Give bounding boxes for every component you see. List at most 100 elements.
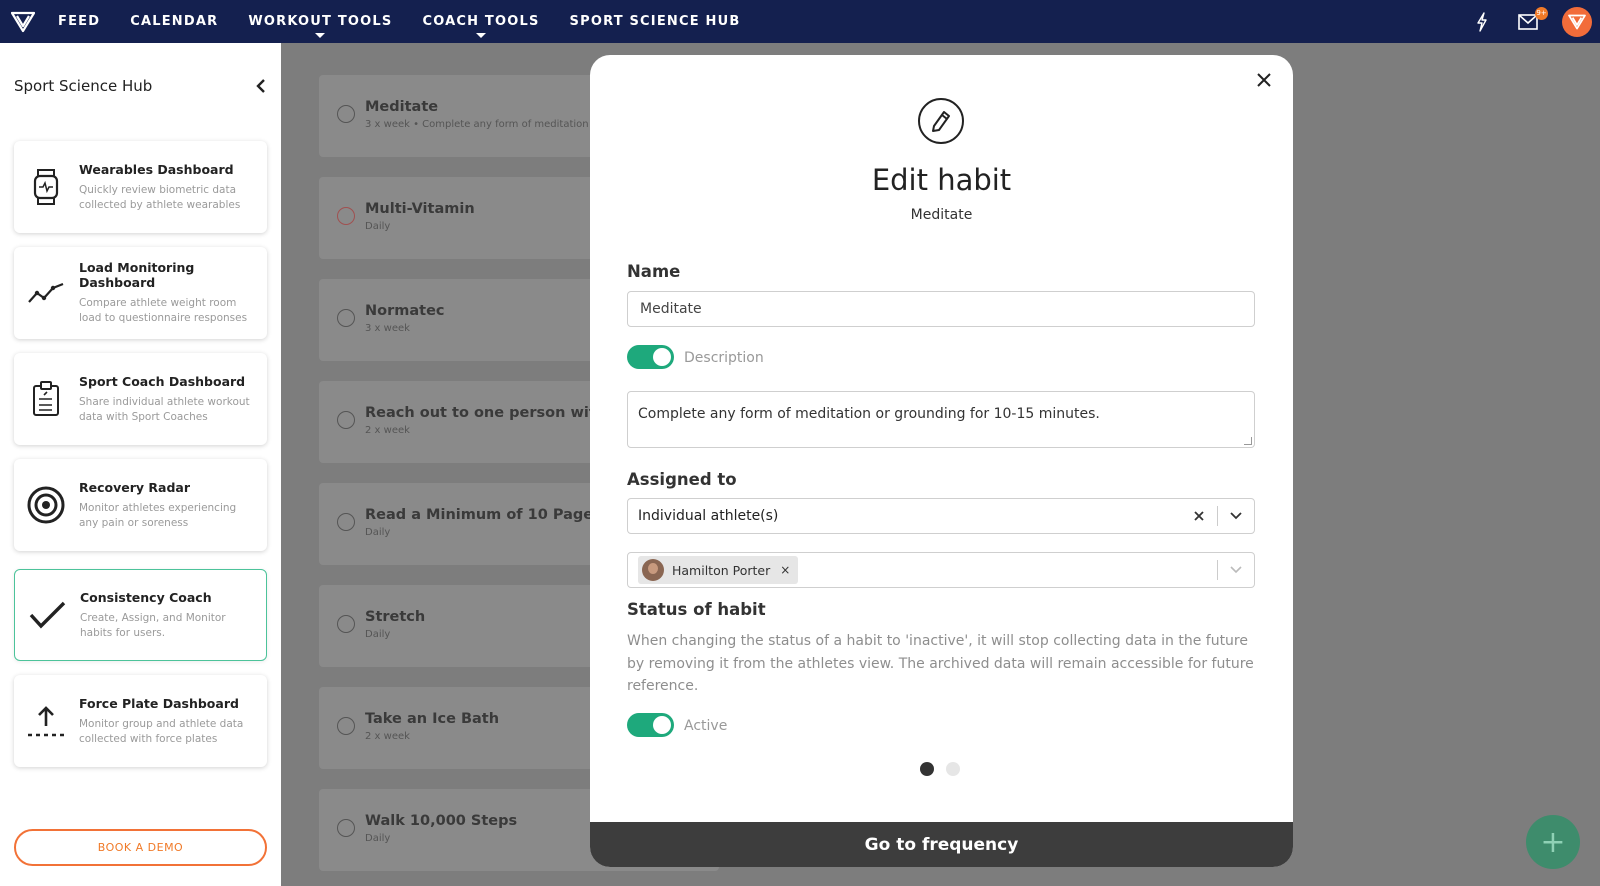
athlete-avatar bbox=[642, 559, 664, 581]
nav-right-actions: 9+ bbox=[1470, 0, 1600, 43]
card-title: Wearables Dashboard bbox=[79, 161, 234, 177]
athlete-chip: Hamilton Porter × bbox=[638, 556, 799, 584]
habit-frequency: Daily bbox=[365, 221, 391, 232]
mail-icon[interactable]: 9+ bbox=[1516, 6, 1548, 34]
nav-feed[interactable]: FEED bbox=[58, 0, 100, 43]
habit-frequency: 3 x week bbox=[365, 323, 410, 334]
habit-frequency: Daily bbox=[365, 833, 391, 844]
habit-icon bbox=[337, 105, 355, 123]
habit-icon bbox=[337, 615, 355, 633]
target-icon bbox=[26, 485, 66, 525]
habit-icon bbox=[337, 717, 355, 735]
smartwatch-icon bbox=[26, 167, 66, 207]
pencil-icon bbox=[918, 98, 964, 144]
top-navigation: FEED CALENDAR WORKOUT TOOLS COACH TOOLS … bbox=[0, 0, 1600, 43]
card-recovery-radar[interactable]: Recovery Radar Monitor athletes experien… bbox=[14, 459, 267, 551]
athlete-multiselect[interactable]: Hamilton Porter × bbox=[627, 552, 1255, 588]
name-label: Name bbox=[627, 262, 681, 281]
trend-line-icon bbox=[26, 273, 66, 313]
habit-frequency: 2 x week bbox=[365, 731, 410, 742]
clear-x-icon[interactable] bbox=[1187, 511, 1211, 521]
nav-label: CALENDAR bbox=[130, 14, 219, 29]
step-indicator bbox=[920, 762, 972, 776]
description-toggle-label: Description bbox=[684, 350, 764, 366]
select-separator bbox=[1217, 506, 1218, 526]
nav-calendar[interactable]: CALENDAR bbox=[130, 0, 218, 43]
habit-icon bbox=[337, 411, 355, 429]
resize-handle-icon[interactable] bbox=[1244, 437, 1252, 445]
card-wearables-dashboard[interactable]: Wearables Dashboard Quickly review biome… bbox=[14, 141, 267, 233]
habit-icon bbox=[337, 513, 355, 531]
habit-name: Meditate bbox=[365, 99, 439, 115]
remove-chip-icon[interactable]: × bbox=[780, 563, 790, 577]
nav-coach-tools[interactable]: COACH TOOLS bbox=[422, 0, 539, 43]
card-title: Sport Coach Dashboard bbox=[79, 373, 246, 389]
name-input[interactable]: Meditate bbox=[627, 291, 1255, 327]
active-toggle-label: Active bbox=[684, 718, 728, 734]
habit-name: Normatec bbox=[365, 303, 445, 319]
card-description: Monitor group and athlete data collected… bbox=[79, 717, 244, 745]
description-text: Complete any form of meditation or groun… bbox=[638, 406, 1100, 422]
nav-label: FEED bbox=[58, 14, 101, 29]
modal-subtitle: Meditate bbox=[910, 207, 973, 223]
description-toggle[interactable] bbox=[627, 345, 674, 369]
book-demo-button[interactable]: BOOK A DEMO bbox=[14, 829, 267, 866]
status-label: Status of habit bbox=[627, 600, 766, 619]
chevron-down-icon[interactable] bbox=[1224, 566, 1248, 574]
status-help-text: When changing the status of a habit to '… bbox=[627, 633, 1254, 694]
step-dot[interactable] bbox=[946, 762, 960, 776]
nav-workout-tools[interactable]: WORKOUT TOOLS bbox=[248, 0, 392, 43]
sidebar: Sport Science Hub Wearables Dashboard Qu… bbox=[0, 43, 281, 886]
modal-title: Edit habit bbox=[871, 163, 1012, 197]
habit-frequency: 2 x week bbox=[365, 425, 410, 436]
assigned-type-select[interactable]: Individual athlete(s) bbox=[627, 498, 1255, 534]
checkmark-icon bbox=[27, 595, 67, 635]
arrow-up-icon bbox=[26, 701, 66, 741]
card-load-monitoring-dashboard[interactable]: Load Monitoring Dashboard Compare athlet… bbox=[14, 247, 267, 339]
go-to-frequency-button[interactable]: Go to frequency bbox=[590, 822, 1293, 867]
habit-name: Walk 10,000 Steps bbox=[365, 813, 518, 829]
card-force-plate-dashboard[interactable]: Force Plate Dashboard Monitor group and … bbox=[14, 675, 267, 767]
chevron-down-icon[interactable] bbox=[1224, 512, 1248, 520]
nav-label: COACH TOOLS bbox=[422, 14, 540, 29]
card-title: Force Plate Dashboard bbox=[79, 695, 239, 711]
nav-label: SPORT SCIENCE HUB bbox=[569, 14, 741, 29]
heart-icon bbox=[337, 207, 355, 225]
athlete-chip-name: Hamilton Porter bbox=[672, 562, 771, 578]
step-dot-active[interactable] bbox=[920, 762, 934, 776]
nav-label: WORKOUT TOOLS bbox=[248, 14, 393, 29]
habit-name: Multi-Vitamin bbox=[365, 201, 475, 217]
habit-name: Take an Ice Bath bbox=[365, 711, 500, 727]
user-avatar[interactable] bbox=[1562, 6, 1592, 37]
card-description: Compare athlete weight room load to ques… bbox=[79, 297, 248, 324]
card-description: Share individual athlete workout data wi… bbox=[79, 395, 250, 423]
lightning-icon[interactable] bbox=[1470, 10, 1494, 34]
brand-logo-icon[interactable] bbox=[10, 9, 36, 35]
habit-name: Read a Minimum of 10 Pages bbox=[365, 507, 602, 523]
description-textarea[interactable]: Complete any form of meditation or groun… bbox=[627, 391, 1255, 448]
habit-name: Stretch bbox=[365, 609, 426, 625]
plus-icon: + bbox=[1540, 824, 1566, 860]
nav-sport-science-hub[interactable]: SPORT SCIENCE HUB bbox=[570, 0, 741, 43]
chevron-left-icon[interactable] bbox=[254, 77, 268, 95]
heart-icon bbox=[337, 819, 355, 837]
habit-frequency: Daily bbox=[365, 629, 391, 640]
caret-down-icon bbox=[315, 33, 326, 38]
card-description: Quickly review biometric data collected … bbox=[79, 183, 241, 211]
card-sport-coach-dashboard[interactable]: Sport Coach Dashboard Share individual a… bbox=[14, 353, 267, 445]
habit-icon bbox=[337, 309, 355, 327]
select-separator bbox=[1217, 560, 1218, 580]
active-toggle[interactable] bbox=[627, 713, 674, 737]
card-title: Load Monitoring Dashboard bbox=[79, 260, 195, 290]
caret-down-icon bbox=[475, 33, 486, 38]
card-consistency-coach[interactable]: Consistency Coach Create, Assign, and Mo… bbox=[14, 569, 267, 661]
assigned-label: Assigned to bbox=[627, 470, 737, 489]
add-fab-button[interactable]: + bbox=[1526, 815, 1580, 869]
edit-habit-modal: Edit habit Meditate Name Meditate Descri… bbox=[590, 55, 1293, 867]
clipboard-icon bbox=[26, 379, 66, 419]
habit-frequency: 3 x week • Complete any form of meditati… bbox=[365, 119, 603, 130]
habit-frequency: Daily bbox=[365, 527, 391, 538]
close-icon[interactable] bbox=[1255, 71, 1273, 89]
card-description: Monitor athletes experiencing any pain o… bbox=[79, 501, 237, 529]
sidebar-header: Sport Science Hub bbox=[14, 77, 268, 95]
